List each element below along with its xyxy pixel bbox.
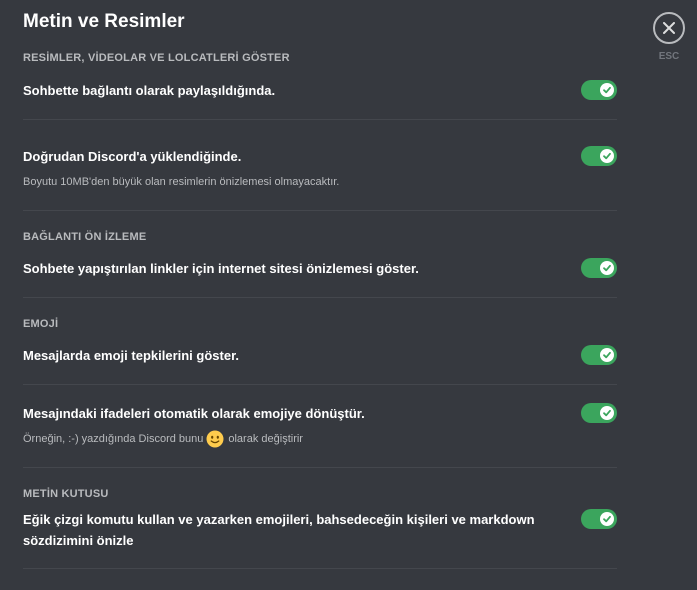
close-button[interactable] (653, 12, 685, 44)
check-icon (603, 86, 611, 94)
toggle-knob (600, 261, 614, 275)
note-text-before: Örneğin, :-) yazdığında Discord bunu (23, 433, 204, 445)
section-title-media: RESİMLER, VİDEOLAR VE LOLCATLERİ GÖSTER (23, 52, 290, 64)
divider (23, 297, 617, 298)
note-text-after: olarak değiştirir (228, 433, 303, 445)
close-icon (663, 22, 675, 34)
check-icon (603, 351, 611, 359)
esc-label: ESC (658, 51, 680, 62)
setting-note: Boyutu 10MB'den büyük olan resimlerin ön… (23, 176, 340, 188)
page-title: Metin ve Resimler (23, 11, 185, 32)
setting-label: Mesajlarda emoji tepkilerini göster. (23, 348, 240, 363)
toggle-knob (600, 348, 614, 362)
check-icon (603, 264, 611, 272)
toggle-textbox-preview[interactable] (581, 509, 617, 529)
setting-note: Örneğin, :-) yazdığında Discord bunu ola… (23, 430, 303, 448)
divider (23, 467, 617, 468)
setting-label: Sohbete yapıştırılan linkler için intern… (23, 261, 419, 276)
section-title-emoji: EMOJİ (23, 318, 59, 330)
check-icon (603, 515, 611, 523)
slightly-smiling-face-icon (206, 430, 224, 448)
divider (23, 210, 617, 211)
toggle-knob (600, 83, 614, 97)
divider (23, 119, 617, 120)
toggle-knob (600, 512, 614, 526)
close-area: ESC (653, 12, 685, 62)
section-title-link-preview: BAĞLANTI ÖN İZLEME (23, 231, 147, 243)
toggle-link-share[interactable] (581, 80, 617, 100)
toggle-knob (600, 406, 614, 420)
toggle-knob (600, 149, 614, 163)
setting-label: Mesajındaki ifadeleri otomatik olarak em… (23, 406, 365, 421)
check-icon (603, 152, 611, 160)
toggle-convert[interactable] (581, 403, 617, 423)
setting-label: Sohbette bağlantı olarak paylaşıldığında… (23, 83, 276, 98)
setting-label: Doğrudan Discord'a yüklendiğinde. (23, 149, 242, 164)
setting-label: Eğik çizgi komutu kullan ve yazarken emo… (23, 512, 535, 548)
toggle-embed[interactable] (581, 258, 617, 278)
check-icon (603, 409, 611, 417)
divider (23, 568, 617, 569)
toggle-reactions[interactable] (581, 345, 617, 365)
section-title-textbox: METİN KUTUSU (23, 488, 109, 500)
toggle-uploaded[interactable] (581, 146, 617, 166)
divider (23, 384, 617, 385)
